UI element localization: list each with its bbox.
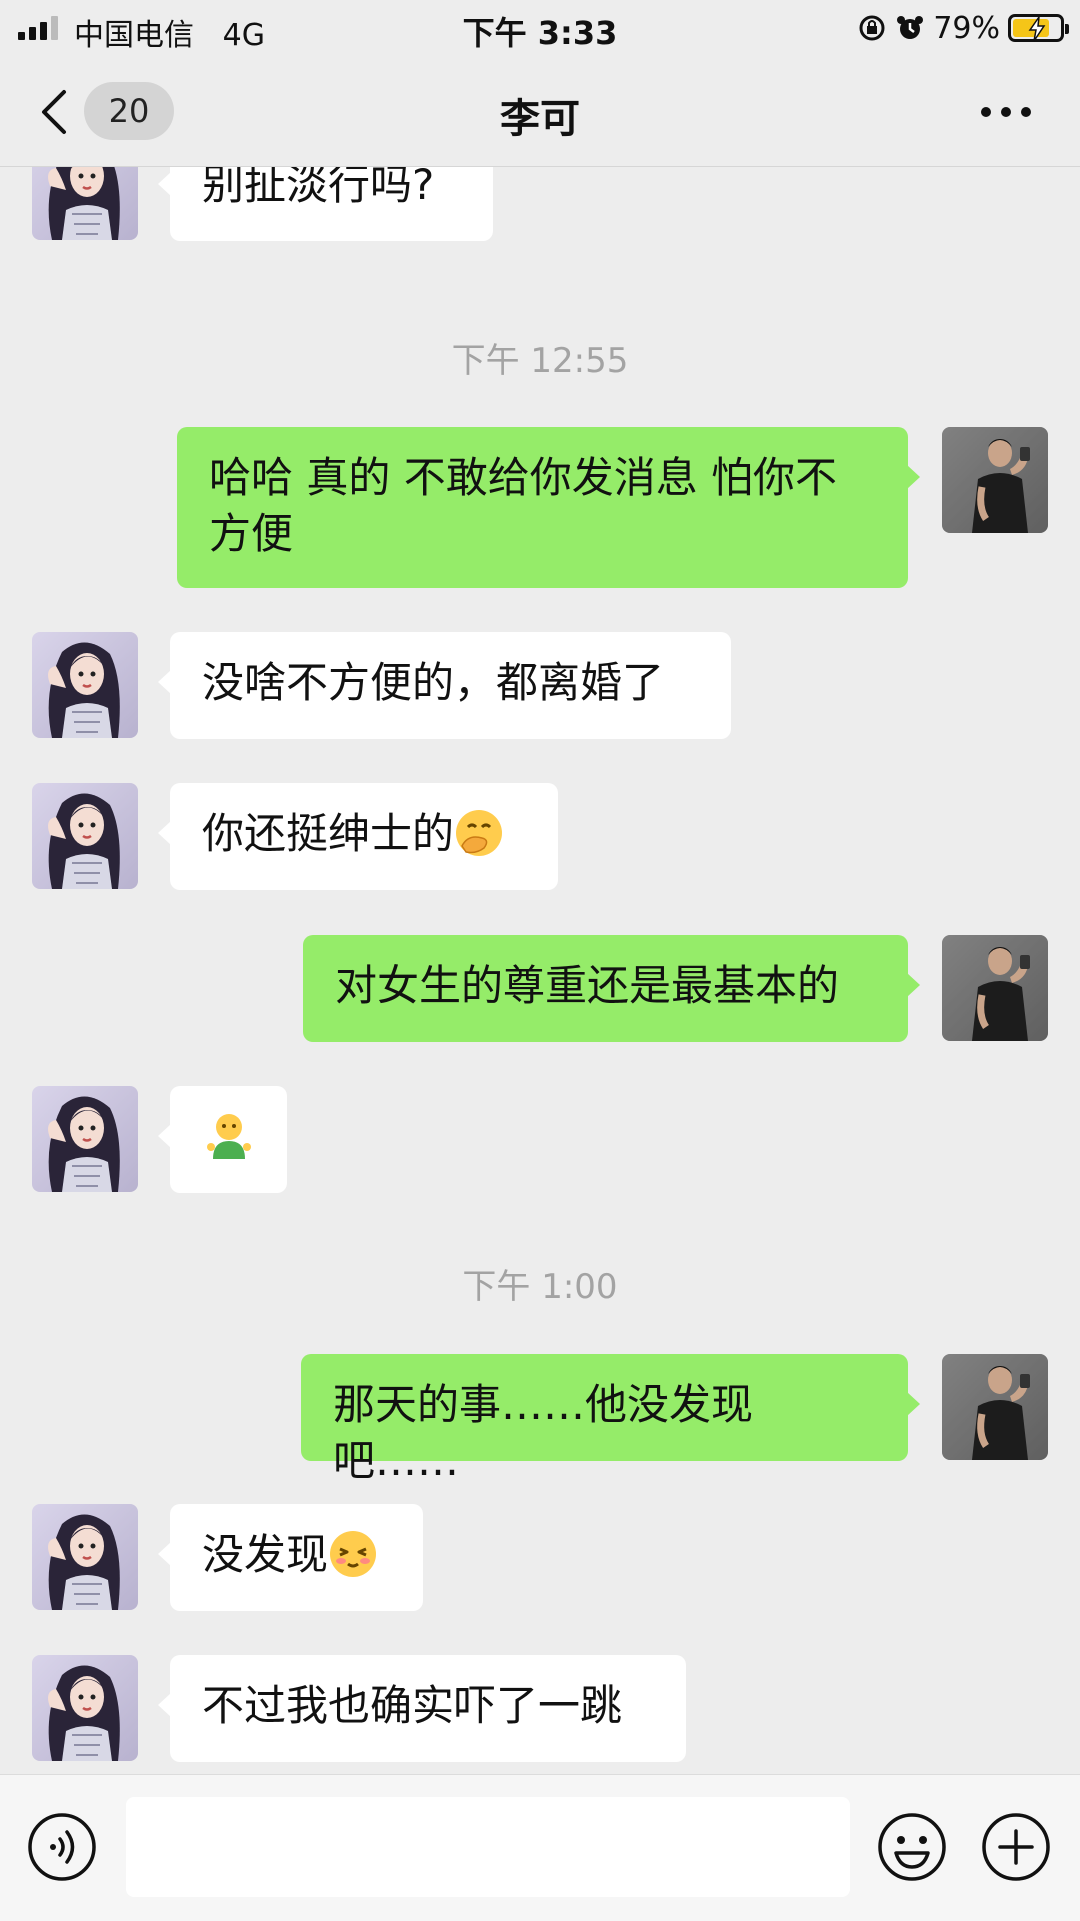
- chat-header: 20 李可: [0, 56, 1080, 167]
- alarm-icon: [897, 16, 924, 39]
- message-bubble-incoming[interactable]: 没啥不方便的，都离婚了: [158, 632, 731, 739]
- status-indicators: 79%: [857, 8, 1069, 48]
- message-list[interactable]: 别扯淡行吗? 下午 12:55 哈哈 真的 不敢给你发消息 怕你不方便 没啥不方…: [0, 167, 1080, 1774]
- user-avatar[interactable]: [942, 427, 1048, 533]
- voice-icon[interactable]: [26, 1811, 98, 1883]
- message-bubble-incoming[interactable]: [158, 1086, 287, 1193]
- message-text: 别扯淡行吗?: [202, 167, 435, 209]
- user-avatar[interactable]: [942, 1354, 1048, 1460]
- battery-icon: [1008, 14, 1069, 42]
- message-input[interactable]: [126, 1797, 850, 1897]
- message-bubble-outgoing[interactable]: 对女生的尊重还是最基本的: [303, 935, 920, 1042]
- message-text: 没发现: [202, 1530, 329, 1579]
- contact-avatar[interactable]: [32, 632, 138, 738]
- message-bubble-incoming[interactable]: 别扯淡行吗?: [158, 167, 493, 241]
- hand-over-mouth-emoji: [456, 810, 503, 856]
- user-avatar[interactable]: [942, 935, 1048, 1041]
- message-text: 哈哈 真的 不敢给你发消息 怕你不方便: [209, 453, 838, 558]
- message-row-incoming: 没啥不方便的，都离婚了: [0, 632, 1080, 739]
- message-row-outgoing: 那天的事……他没发现吧……: [0, 1354, 1080, 1485]
- battery-percent: 79%: [933, 10, 1000, 46]
- chat-title: 李可: [500, 96, 580, 142]
- contact-avatar[interactable]: [32, 783, 138, 889]
- smiley-icon[interactable]: [876, 1811, 948, 1883]
- message-bubble-outgoing[interactable]: 那天的事……他没发现吧……: [301, 1354, 920, 1485]
- message-timestamp: 下午 1:00: [462, 1267, 618, 1307]
- squinting-blush-emoji: [330, 1531, 377, 1577]
- message-text: 那天的事……他没发现吧……: [333, 1380, 754, 1485]
- message-text: 你还挺绅士的: [202, 809, 455, 858]
- message-row-incoming: 没发现: [0, 1504, 1080, 1611]
- message-text: 不过我也确实吓了一跳: [202, 1681, 623, 1730]
- message-row-incoming: 你还挺绅士的: [0, 783, 1080, 890]
- message-bubble-incoming[interactable]: 没发现: [158, 1504, 423, 1611]
- message-row-outgoing: 哈哈 真的 不敢给你发消息 怕你不方便: [0, 427, 1080, 589]
- message-timestamp: 下午 12:55: [451, 341, 629, 381]
- message-bubble-incoming[interactable]: 你还挺绅士的: [158, 783, 558, 890]
- message-bubble-incoming[interactable]: 不过我也确实吓了一跳: [158, 1655, 686, 1762]
- message-text: 没啥不方便的，都离婚了: [202, 658, 665, 707]
- status-bar: 中国电信 4G 下午 3:33 79%: [0, 0, 1080, 56]
- message-row-incoming: [0, 1086, 1080, 1193]
- message-text: 对女生的尊重还是最基本的: [335, 961, 840, 1010]
- contact-avatar[interactable]: [32, 1504, 138, 1610]
- shrug-person-emoji: [206, 1114, 251, 1159]
- more-dots-icon[interactable]: [980, 102, 1032, 122]
- plus-circle-icon[interactable]: [980, 1811, 1052, 1883]
- contact-avatar[interactable]: [32, 1655, 138, 1761]
- message-bubble-outgoing[interactable]: 哈哈 真的 不敢给你发消息 怕你不方便: [177, 427, 920, 588]
- charging-bolt-icon: [1028, 16, 1046, 42]
- contact-avatar[interactable]: [32, 1086, 138, 1192]
- input-bar: [0, 1774, 1080, 1921]
- message-row-incoming: 不过我也确实吓了一跳: [0, 1655, 1080, 1762]
- contact-avatar[interactable]: [32, 167, 138, 240]
- rotation-lock-icon: [859, 15, 885, 41]
- message-row-outgoing: 对女生的尊重还是最基本的: [0, 935, 1080, 1042]
- message-row-incoming: 别扯淡行吗?: [0, 167, 1080, 274]
